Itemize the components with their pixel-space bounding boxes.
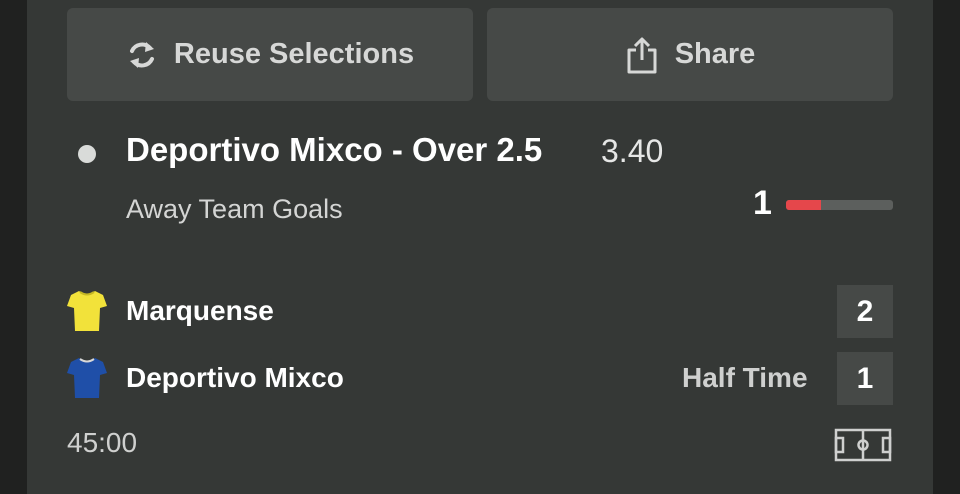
share-icon xyxy=(627,37,657,73)
selection-title: Deportivo Mixco - Over 2.5 xyxy=(126,131,543,168)
share-label: Share xyxy=(674,38,756,70)
progress-bar-fill xyxy=(786,200,822,210)
bet-card: Reuse Selections Share Deportivo Mixco -… xyxy=(27,0,933,494)
home-team-row: Marquense xyxy=(67,285,274,337)
away-jersey-icon xyxy=(67,358,107,398)
progress-count: 1 xyxy=(753,184,772,222)
selection-odds: 3.40 xyxy=(601,133,664,169)
pitch-icon[interactable] xyxy=(834,428,892,462)
away-score: 1 xyxy=(837,352,893,405)
reuse-selections-button[interactable]: Reuse Selections xyxy=(67,8,473,101)
match-status: Half Time xyxy=(682,362,808,393)
selection-status-dot xyxy=(78,145,96,163)
refresh-icon xyxy=(129,41,154,68)
home-score: 2 xyxy=(837,285,893,338)
away-team-row: Deportivo Mixco xyxy=(67,352,344,404)
reuse-selections-label: Reuse Selections xyxy=(173,38,415,70)
progress-bar xyxy=(786,200,893,210)
share-button[interactable]: Share xyxy=(487,8,893,101)
home-team-name: Marquense xyxy=(126,295,274,326)
away-team-name: Deportivo Mixco xyxy=(126,362,344,393)
market-name: Away Team Goals xyxy=(126,194,343,224)
home-jersey-icon xyxy=(67,291,107,331)
match-clock: 45:00 xyxy=(67,427,138,458)
